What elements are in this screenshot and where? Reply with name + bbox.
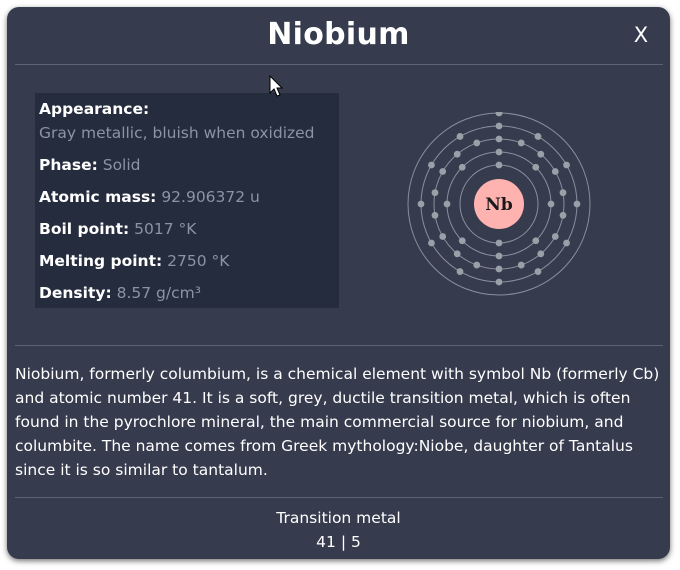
electron: [495, 148, 503, 156]
electron: [456, 268, 464, 275]
electron: [473, 261, 481, 269]
header-divider: [15, 64, 663, 65]
electron: [532, 237, 540, 245]
electron: [495, 239, 503, 247]
number-separator: |: [340, 533, 347, 551]
phase-label: Phase:: [39, 156, 98, 174]
appearance-value: Gray metallic, bluish when oxidized: [39, 124, 315, 142]
electron: [456, 133, 464, 140]
appearance-row: Appearance:: [39, 100, 149, 118]
electron: [495, 252, 503, 260]
atomic-number: 41: [316, 533, 336, 551]
electron: [495, 122, 503, 130]
electron: [458, 163, 466, 171]
electron: [517, 139, 525, 147]
electron: [532, 163, 540, 171]
electron: [439, 233, 447, 240]
melting-point-row: Melting point: 2750 °K: [39, 252, 229, 270]
electron: [559, 211, 567, 219]
element-symbol: Nb: [485, 195, 513, 215]
close-button[interactable]: X: [631, 23, 651, 47]
electron: [453, 250, 461, 258]
element-description: Niobium, formerly columbium, is a chemic…: [15, 365, 660, 479]
atomic-mass-value: 92.906372 u: [161, 188, 260, 206]
properties-panel: Appearance: Gray metallic, bluish when o…: [35, 93, 339, 308]
electron: [495, 278, 503, 286]
period-number: 5: [350, 533, 361, 551]
electron: [534, 133, 542, 140]
element-dialog: Niobium X Appearance: Gray metallic, blu…: [7, 7, 670, 559]
electron: [573, 200, 581, 208]
electron: [417, 200, 425, 208]
boil-point-row: Boil point: 5017 °K: [39, 220, 196, 238]
electron: [537, 150, 545, 158]
mouse-cursor-icon: [269, 75, 284, 97]
electron: [534, 268, 542, 275]
atomic-mass-row: Atomic mass: 92.906372 u: [39, 188, 260, 206]
phase-value: Solid: [102, 156, 141, 174]
electron: [431, 189, 439, 197]
footer-divider: [15, 497, 663, 498]
electron: [517, 261, 525, 269]
electron: [458, 237, 466, 245]
element-numbers: 41 | 5: [7, 533, 670, 551]
electron: [563, 161, 570, 169]
electron: [495, 112, 503, 117]
electron: [495, 135, 503, 143]
electron: [495, 161, 503, 169]
density-value: 8.57 g/cm³: [116, 284, 201, 302]
density-label: Density:: [39, 284, 112, 302]
element-category: Transition metal: [276, 509, 401, 527]
phase-row: Phase: Solid: [39, 156, 141, 174]
element-title: Niobium: [267, 17, 410, 52]
electron: [495, 265, 503, 273]
electron: [547, 200, 555, 208]
appearance-value-row: Gray metallic, bluish when oxidized: [39, 124, 315, 142]
electron: [563, 239, 570, 247]
melting-point-value: 2750 °K: [167, 252, 230, 270]
density-row: Density: 8.57 g/cm³: [39, 284, 201, 302]
electron: [428, 239, 435, 247]
electron: [439, 168, 447, 175]
electron: [559, 189, 567, 197]
electron: [431, 211, 439, 219]
electron: [537, 250, 545, 258]
electron: [453, 150, 461, 158]
body-divider: [15, 345, 663, 346]
electron: [473, 139, 481, 147]
bohr-model-diagram: Nb: [407, 112, 591, 296]
electron: [428, 161, 435, 169]
boil-point-label: Boil point:: [39, 220, 130, 238]
electron: [443, 200, 451, 208]
boil-point-value: 5017 °K: [134, 220, 197, 238]
appearance-label: Appearance:: [39, 100, 150, 118]
atomic-mass-label: Atomic mass:: [39, 188, 157, 206]
electron: [551, 233, 559, 240]
melting-point-label: Melting point:: [39, 252, 163, 270]
electron: [551, 168, 559, 175]
